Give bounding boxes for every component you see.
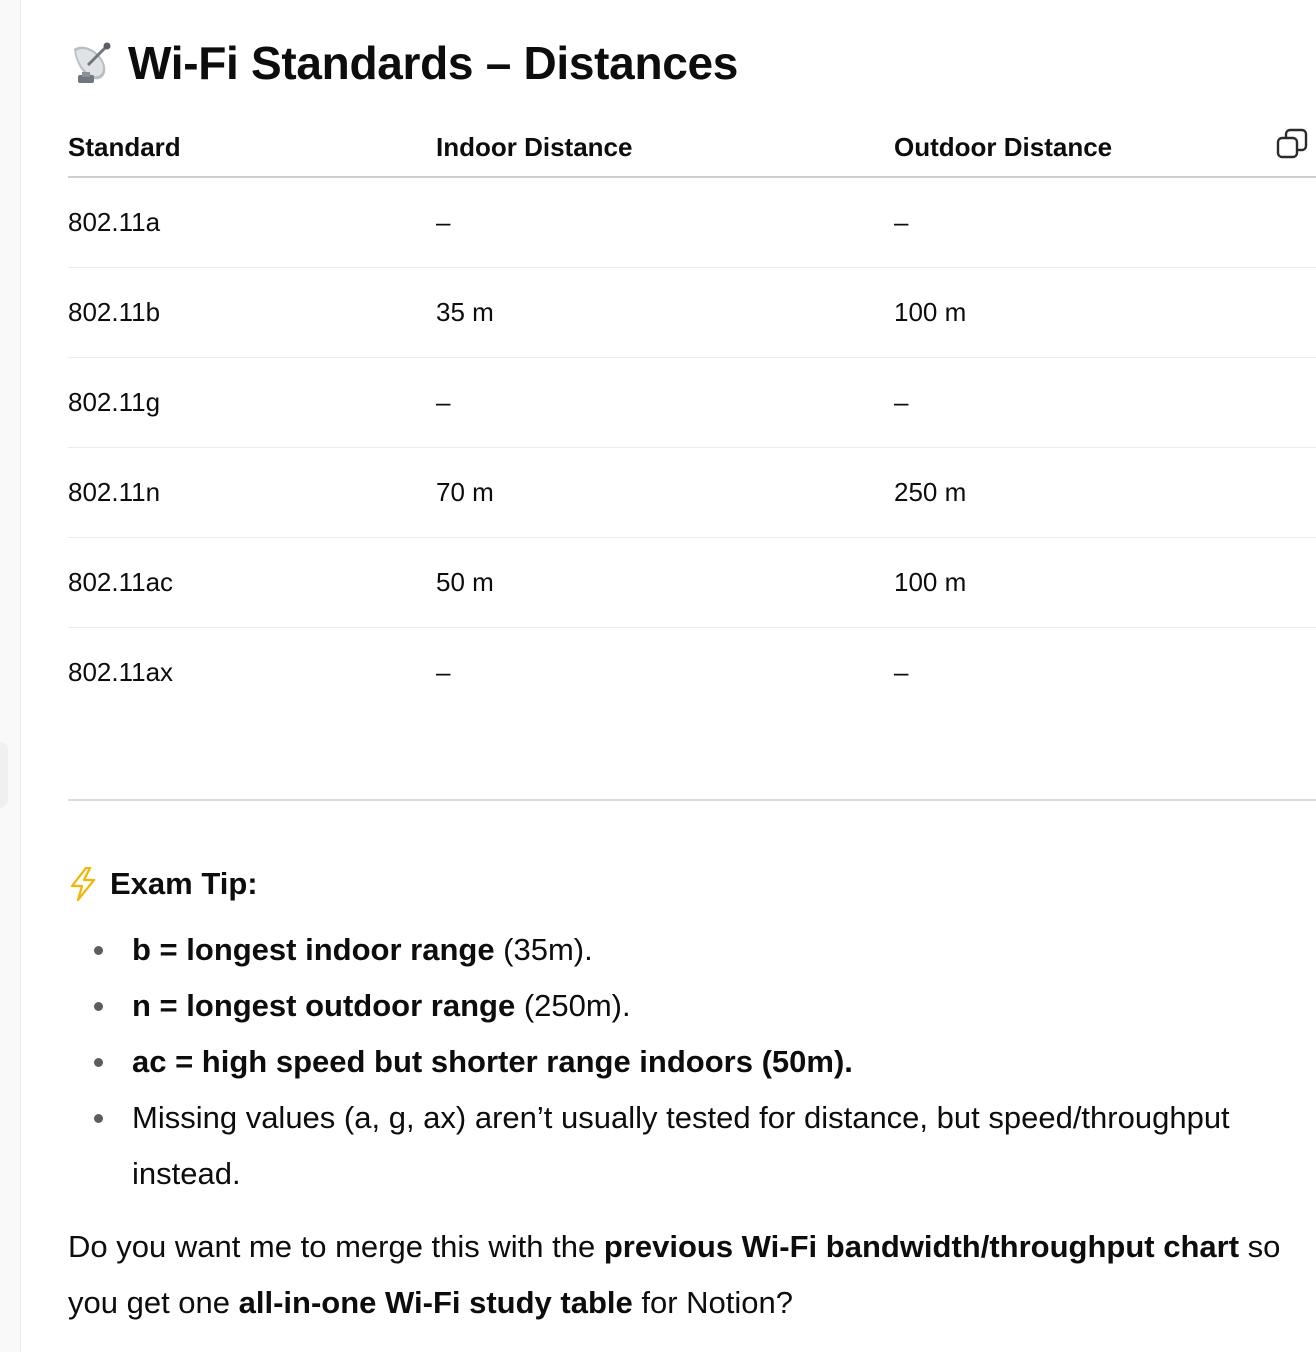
- cell-standard: 802.11ax: [68, 657, 174, 687]
- header-indoor-distance: Indoor Distance: [436, 118, 894, 178]
- followup-bold: previous Wi-Fi bandwidth/throughput char…: [603, 1229, 1240, 1264]
- exam-tip-heading: Exam Tip:: [68, 866, 258, 902]
- header-outdoor-distance: Outdoor Distance: [894, 118, 1316, 178]
- tip-rest: Missing values (a, g, ax) aren’t usually…: [132, 1100, 1230, 1191]
- table-row: 802.11ax – –: [68, 628, 1316, 718]
- cell-outdoor: 100 m: [894, 267, 1316, 358]
- cell-outdoor: –: [894, 177, 1316, 268]
- table-row: 802.11b 35 m 100 m: [68, 267, 1316, 358]
- cell-standard: 802.11b: [68, 267, 436, 358]
- cell-indoor: 50 m: [436, 537, 894, 628]
- cell-standard: 802.11a: [68, 177, 436, 268]
- cell-outdoor: –: [894, 657, 909, 687]
- sidebar-toggle-handle[interactable]: [0, 742, 8, 808]
- list-item: b = longest indoor range (35m).: [94, 922, 1316, 978]
- cell-indoor: –: [436, 177, 894, 268]
- copy-table-button[interactable]: [1272, 124, 1312, 164]
- distances-table-container: Standard Indoor Distance Outdoor Distanc…: [68, 118, 1316, 717]
- followup-text: for Notion?: [632, 1285, 794, 1320]
- list-item: Missing values (a, g, ax) aren’t usually…: [94, 1090, 1316, 1202]
- header-standard: Standard: [68, 118, 436, 178]
- tip-rest: (35m).: [494, 932, 593, 967]
- tip-bold: n = longest outdoor range: [132, 988, 516, 1023]
- tip-bold: b = longest indoor range: [132, 932, 495, 967]
- section-divider: [68, 799, 1316, 801]
- table-row: 802.11a – –: [68, 177, 1316, 268]
- cell-outdoor: –: [894, 357, 1316, 448]
- lightning-icon: [68, 866, 98, 902]
- exam-tip-list: b = longest indoor range (35m). n = long…: [68, 922, 1316, 1202]
- table-row: 802.11n 70 m 250 m: [68, 447, 1316, 538]
- cell-outdoor: 100 m: [894, 537, 1316, 628]
- followup-text: Do you want me to merge this with the: [68, 1229, 604, 1264]
- followup-question: Do you want me to merge this with the pr…: [68, 1219, 1308, 1331]
- table-row: 802.11ac 50 m 100 m: [68, 537, 1316, 628]
- page-title: Wi-Fi Standards – Distances: [68, 36, 738, 90]
- cell-indoor: –: [436, 657, 451, 687]
- cell-standard: 802.11n: [68, 447, 436, 538]
- sidebar-rail: [0, 0, 21, 1352]
- cell-indoor: 70 m: [436, 447, 894, 538]
- cell-standard: 802.11ac: [68, 537, 436, 628]
- copy-icon: [1276, 128, 1308, 159]
- tip-rest: (250m).: [515, 988, 631, 1023]
- followup-bold: all-in-one Wi-Fi study table: [238, 1285, 633, 1320]
- list-item: ac = high speed but shorter range indoor…: [94, 1034, 1316, 1090]
- satellite-antenna-icon: [68, 39, 116, 87]
- list-item: n = longest outdoor range (250m).: [94, 978, 1316, 1034]
- table-row: 802.11g – –: [68, 357, 1316, 448]
- distances-table: Standard Indoor Distance Outdoor Distanc…: [68, 118, 1316, 717]
- cell-indoor: 35 m: [436, 267, 894, 358]
- page-title-text: Wi-Fi Standards – Distances: [128, 37, 739, 89]
- exam-tip-heading-text: Exam Tip:: [110, 866, 258, 901]
- cell-standard: 802.11g: [68, 357, 436, 448]
- tip-bold: ac = high speed but shorter range indoor…: [132, 1044, 853, 1079]
- cell-outdoor: 250 m: [894, 447, 1316, 538]
- cell-indoor: –: [436, 357, 894, 448]
- table-header-row: Standard Indoor Distance Outdoor Distanc…: [68, 118, 1316, 178]
